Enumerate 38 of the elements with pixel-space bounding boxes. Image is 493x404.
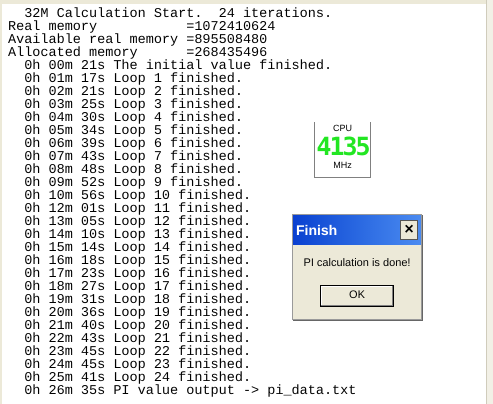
log-line: 0h 09m 52s Loop 9 finished. xyxy=(23,177,243,190)
log-line: 0h 10m 56s Loop 10 finished. xyxy=(23,190,252,203)
log-line: 32M Calculation Start. 24 iterations. xyxy=(24,8,332,21)
log-line: 0h 14m 10s Loop 13 finished. xyxy=(23,229,252,242)
log-line: 0h 23m 45s Loop 22 finished. xyxy=(23,346,252,359)
log-line: 0h 05m 34s Loop 5 finished. xyxy=(23,125,243,138)
log-line: 0h 16m 18s Loop 15 finished. xyxy=(23,255,252,268)
log-line: 0h 18m 27s Loop 17 finished. xyxy=(23,281,252,294)
close-button[interactable]: × xyxy=(400,220,418,240)
log-line: 0h 02m 21s Loop 2 finished. xyxy=(23,86,243,99)
log-line: 0h 24m 45s Loop 23 finished. xyxy=(23,359,252,372)
log-line: 0h 12m 01s Loop 11 finished. xyxy=(23,203,252,216)
cpu-frequency: 4135 xyxy=(316,134,369,160)
dialog-message: PI calculation is done! xyxy=(302,256,412,271)
dialog-title: Finish xyxy=(296,220,338,240)
scrollbar[interactable] xyxy=(486,0,493,404)
log-line: 0h 25m 41s Loop 24 finished. xyxy=(23,372,252,385)
cpu-label: CPU xyxy=(332,123,352,134)
log-line: 0h 00m 21s The initial value finished. xyxy=(23,60,332,73)
log-line: 0h 13m 05s Loop 12 finished. xyxy=(23,216,252,229)
log-line: 0h 08m 48s Loop 8 finished. xyxy=(23,164,243,177)
log-line: 0h 06m 39s Loop 6 finished. xyxy=(23,138,243,151)
log-line: Real memory =1072410624 xyxy=(8,21,276,34)
log-line: 0h 15m 14s Loop 14 finished. xyxy=(23,242,252,255)
log-line: 0h 26m 35s PI value output -> pi_data.txt xyxy=(23,385,356,398)
log-line: 0h 07m 43s Loop 7 finished. xyxy=(23,151,243,164)
cpu-unit: MHz xyxy=(333,160,352,171)
ok-button[interactable]: OK xyxy=(320,284,394,306)
log-line: Allocated memory =268435496 xyxy=(8,47,268,60)
log-line: 0h 20m 36s Loop 19 finished. xyxy=(23,307,252,320)
log-line: 0h 01m 17s Loop 1 finished. xyxy=(23,73,243,86)
log-line: Available real memory =895508480 xyxy=(8,34,268,47)
log-line: 0h 21m 40s Loop 20 finished. xyxy=(23,320,252,333)
log-line: 0h 22m 43s Loop 21 finished. xyxy=(23,333,252,346)
log-line: 0h 19m 31s Loop 18 finished. xyxy=(23,294,252,307)
log-line: 0h 04m 30s Loop 4 finished. xyxy=(23,112,243,125)
log-line: 0h 03m 25s Loop 3 finished. xyxy=(23,99,243,112)
log-line: 0h 17m 23s Loop 16 finished. xyxy=(23,268,252,281)
